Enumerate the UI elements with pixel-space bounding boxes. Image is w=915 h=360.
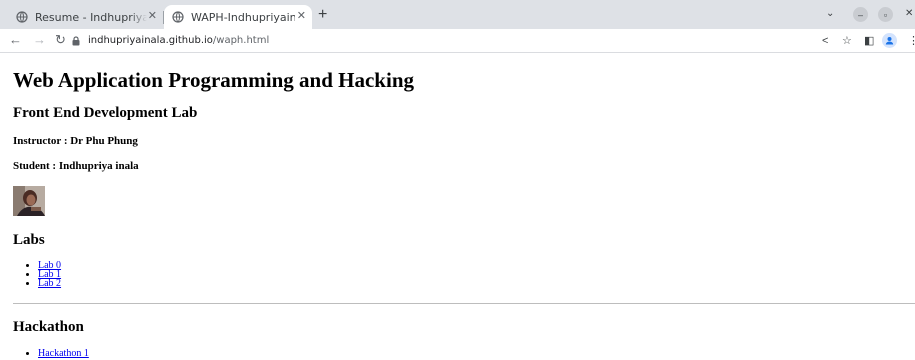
tab-strip: Resume - Indhupriya inala ✕ WAPH-Indhupr…	[0, 0, 915, 29]
close-window-button[interactable]: ✕	[905, 8, 913, 19]
close-icon[interactable]: ✕	[297, 9, 306, 22]
lab-heading: Front End Development Lab	[13, 105, 198, 121]
globe-icon	[172, 10, 185, 24]
forward-icon[interactable]: →	[33, 32, 46, 48]
hackathon-heading: Hackathon	[13, 319, 84, 335]
lab-2-link[interactable]: Lab 2	[38, 278, 61, 289]
globe-icon	[16, 10, 29, 24]
tab-waph[interactable]: WAPH-Indhupriyainala ✕	[164, 5, 312, 29]
back-icon[interactable]: ←	[9, 32, 22, 48]
address-path: /waph.html	[212, 35, 270, 46]
new-tab-button[interactable]: +	[318, 6, 327, 24]
instructor-line: Instructor : Dr Phu Phung	[13, 135, 138, 147]
tab-title: Resume - Indhupriya inala	[35, 10, 147, 24]
star-icon[interactable]: ☆	[842, 34, 852, 48]
menu-icon[interactable]: ⋮	[908, 34, 915, 48]
address-bar[interactable]: indhupriyainala.github.io/waph.html	[72, 33, 269, 49]
hackathon-list: Hackathon 1	[13, 348, 89, 359]
hackathon-1-link[interactable]: Hackathon 1	[38, 348, 89, 359]
labs-heading: Labs	[13, 232, 45, 248]
minimize-button[interactable]: –	[853, 7, 868, 22]
reload-icon[interactable]: ↻	[55, 32, 66, 48]
page-title: Web Application Programming and Hacking	[13, 68, 414, 92]
student-line: Student : Indhupriya inala	[13, 160, 139, 172]
profile-avatar-icon[interactable]	[882, 33, 897, 48]
divider	[13, 303, 915, 304]
labs-list: Lab 0 Lab 1 Lab 2	[13, 261, 61, 289]
browser-toolbar: ← → ↻ indhupriyainala.github.io/waph.htm…	[0, 29, 915, 53]
address-host: indhupriyainala.github.io	[88, 35, 213, 46]
list-item: Hackathon 1	[38, 348, 89, 359]
tab-resume[interactable]: Resume - Indhupriya inala ✕	[8, 5, 164, 29]
student-photo	[13, 186, 45, 216]
restore-button[interactable]: ▫	[878, 7, 893, 22]
share-icon[interactable]: <	[822, 34, 828, 48]
list-item: Lab 2	[38, 278, 61, 289]
tab-title: WAPH-Indhupriyainala	[191, 10, 295, 24]
chevron-down-icon[interactable]: ⌄	[826, 8, 834, 19]
lock-icon[interactable]	[72, 36, 80, 46]
close-icon[interactable]: ✕	[148, 9, 157, 22]
side-panel-icon[interactable]: ◧	[864, 34, 874, 48]
